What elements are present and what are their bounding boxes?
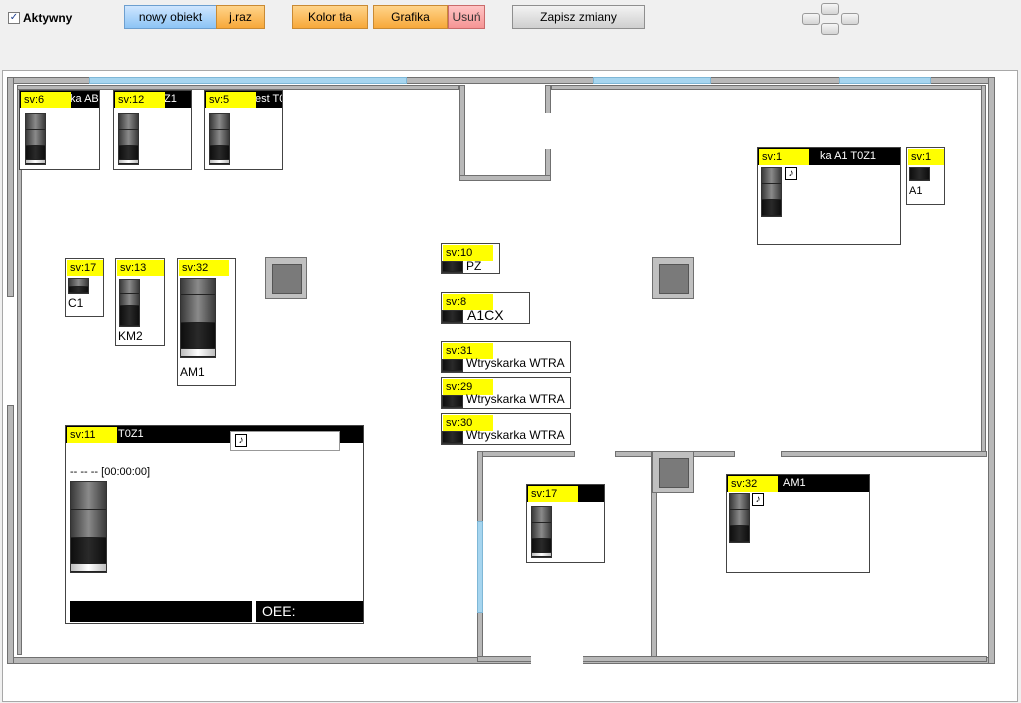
status-badge: sv:1 xyxy=(908,149,944,165)
machine-label: Wtryskarka WTRA xyxy=(466,392,565,406)
machine-label: A1 xyxy=(909,185,923,197)
status-badge: sv:6 xyxy=(21,92,71,108)
pan-right-button[interactable] xyxy=(841,13,859,25)
active-checkbox-label: Aktywny xyxy=(23,11,73,25)
active-toggle[interactable]: ✓ Aktywny xyxy=(8,11,72,25)
machine-widget[interactable]: sv:17 xyxy=(526,484,605,563)
status-badge: sv:17 xyxy=(528,486,578,502)
machine-widget[interactable]: ka A1 T0Z1 sv:1 ♪ xyxy=(757,147,901,245)
machine-widget[interactable]: sv:31 Wtryskarka WTRA xyxy=(441,341,571,373)
machine-widget[interactable]: ka ABC sv:6 xyxy=(19,90,100,170)
window-top-1 xyxy=(89,77,407,84)
signal-tower xyxy=(118,113,139,165)
status-badge: sv:17 xyxy=(67,260,103,276)
status-badge: sv:5 xyxy=(206,92,256,108)
oee-readout: OEE: xyxy=(256,601,363,622)
background-color-button[interactable]: Kolor tła xyxy=(292,5,368,29)
machine-widget[interactable]: sv:17 C1 xyxy=(65,258,104,317)
wall-left-upper xyxy=(7,77,14,297)
signal-tower xyxy=(729,493,750,543)
signal-tower xyxy=(442,261,463,273)
signal-tower xyxy=(531,506,552,558)
machine-widget[interactable]: sv:29 Wtryskarka WTRA xyxy=(441,377,571,409)
signal-tower xyxy=(442,310,463,323)
machine-label: Wtryskarka WTRA xyxy=(466,356,565,370)
status-badge: sv:32 xyxy=(728,476,778,492)
status-badge: sv:1 xyxy=(759,149,809,165)
machine-label: PZ xyxy=(466,259,482,273)
signal-tower xyxy=(442,359,463,372)
wall-room-bottom xyxy=(459,175,551,181)
machine-label: C1 xyxy=(68,296,84,310)
machine-label: A1CX xyxy=(467,307,504,323)
toolbar: ✓ Aktywny nowy obiekt j.raz Kolor tła Gr… xyxy=(0,0,1021,70)
document-icon[interactable]: ♪ xyxy=(752,493,764,506)
unit-button[interactable]: j.raz xyxy=(216,5,265,29)
wall-inner-right xyxy=(981,85,986,455)
column xyxy=(652,257,694,299)
machine-widget[interactable]: sv:13 KM2 xyxy=(115,258,165,346)
window-top-3 xyxy=(839,77,931,84)
progress-bar xyxy=(70,601,252,622)
machine-widget[interactable]: Z1 sv:12 xyxy=(113,90,192,170)
machine-widget[interactable]: sv:10 PZ xyxy=(441,243,500,274)
graphics-button[interactable]: Grafika xyxy=(373,5,448,29)
new-object-button[interactable]: nowy obiekt xyxy=(124,5,217,29)
machine-widget[interactable]: T0Z1 sv:11 ♪ -- -- -- [00:00:00] OEE: xyxy=(65,425,364,624)
machine-widget[interactable]: sv:30 Wtryskarka WTRA xyxy=(441,413,571,445)
machine-label: Wtryskarka WTRA xyxy=(466,428,565,442)
wall-room-left xyxy=(459,85,465,181)
wall-inner-top-right xyxy=(551,85,985,90)
active-checkbox[interactable]: ✓ xyxy=(8,12,20,24)
machine-widget[interactable]: AM1 sv:32 ♪ xyxy=(726,474,870,573)
pan-left-button[interactable] xyxy=(802,13,820,25)
signal-tower xyxy=(909,167,930,181)
signal-tower xyxy=(70,481,107,573)
signal-tower xyxy=(442,395,463,408)
signal-tower xyxy=(68,278,89,294)
signal-tower xyxy=(209,113,230,165)
status-badge: sv:12 xyxy=(115,92,165,108)
document-icon[interactable]: ♪ xyxy=(235,434,247,447)
signal-tower xyxy=(119,279,140,327)
wall-right xyxy=(988,77,995,664)
machine-widget[interactable]: sv:32 AM1 xyxy=(177,258,236,386)
machine-label: AM1 xyxy=(180,365,205,379)
wall-lower-3 xyxy=(781,451,987,457)
floor-plan-canvas[interactable]: ka ABC sv:6 Z1 sv:12 est T0 sv:5 sv:17 C… xyxy=(2,70,1018,702)
wall-left-lower xyxy=(7,405,14,664)
save-changes-button[interactable]: Zapisz zmiany xyxy=(512,5,645,29)
door-gap-bottom xyxy=(531,653,583,667)
pan-down-button[interactable] xyxy=(821,23,839,35)
delete-button[interactable]: Usuń xyxy=(448,5,485,29)
door-gap xyxy=(544,113,553,149)
signal-tower xyxy=(442,431,463,444)
document-icon[interactable]: ♪ xyxy=(785,167,797,180)
signal-tower xyxy=(180,278,216,358)
machine-widget[interactable]: sv:8 A1CX xyxy=(441,292,530,324)
machine-widget[interactable]: sv:1 A1 xyxy=(906,147,945,205)
machine-label: KM2 xyxy=(118,329,143,343)
wall-lower-1 xyxy=(477,451,575,457)
signal-tower xyxy=(761,167,782,217)
pan-up-button[interactable] xyxy=(821,3,839,15)
wall-inner-left xyxy=(17,85,22,655)
status-badge: sv:13 xyxy=(117,260,164,276)
column xyxy=(265,257,307,299)
window-left xyxy=(477,521,483,613)
machine-widget[interactable]: est T0 sv:5 xyxy=(204,90,283,170)
time-readout: -- -- -- [00:00:00] xyxy=(70,466,151,478)
status-badge: sv:11 xyxy=(67,427,117,443)
window-top-2 xyxy=(593,77,711,84)
status-badge: sv:32 xyxy=(179,260,229,276)
column xyxy=(652,451,694,493)
signal-tower xyxy=(25,113,46,165)
